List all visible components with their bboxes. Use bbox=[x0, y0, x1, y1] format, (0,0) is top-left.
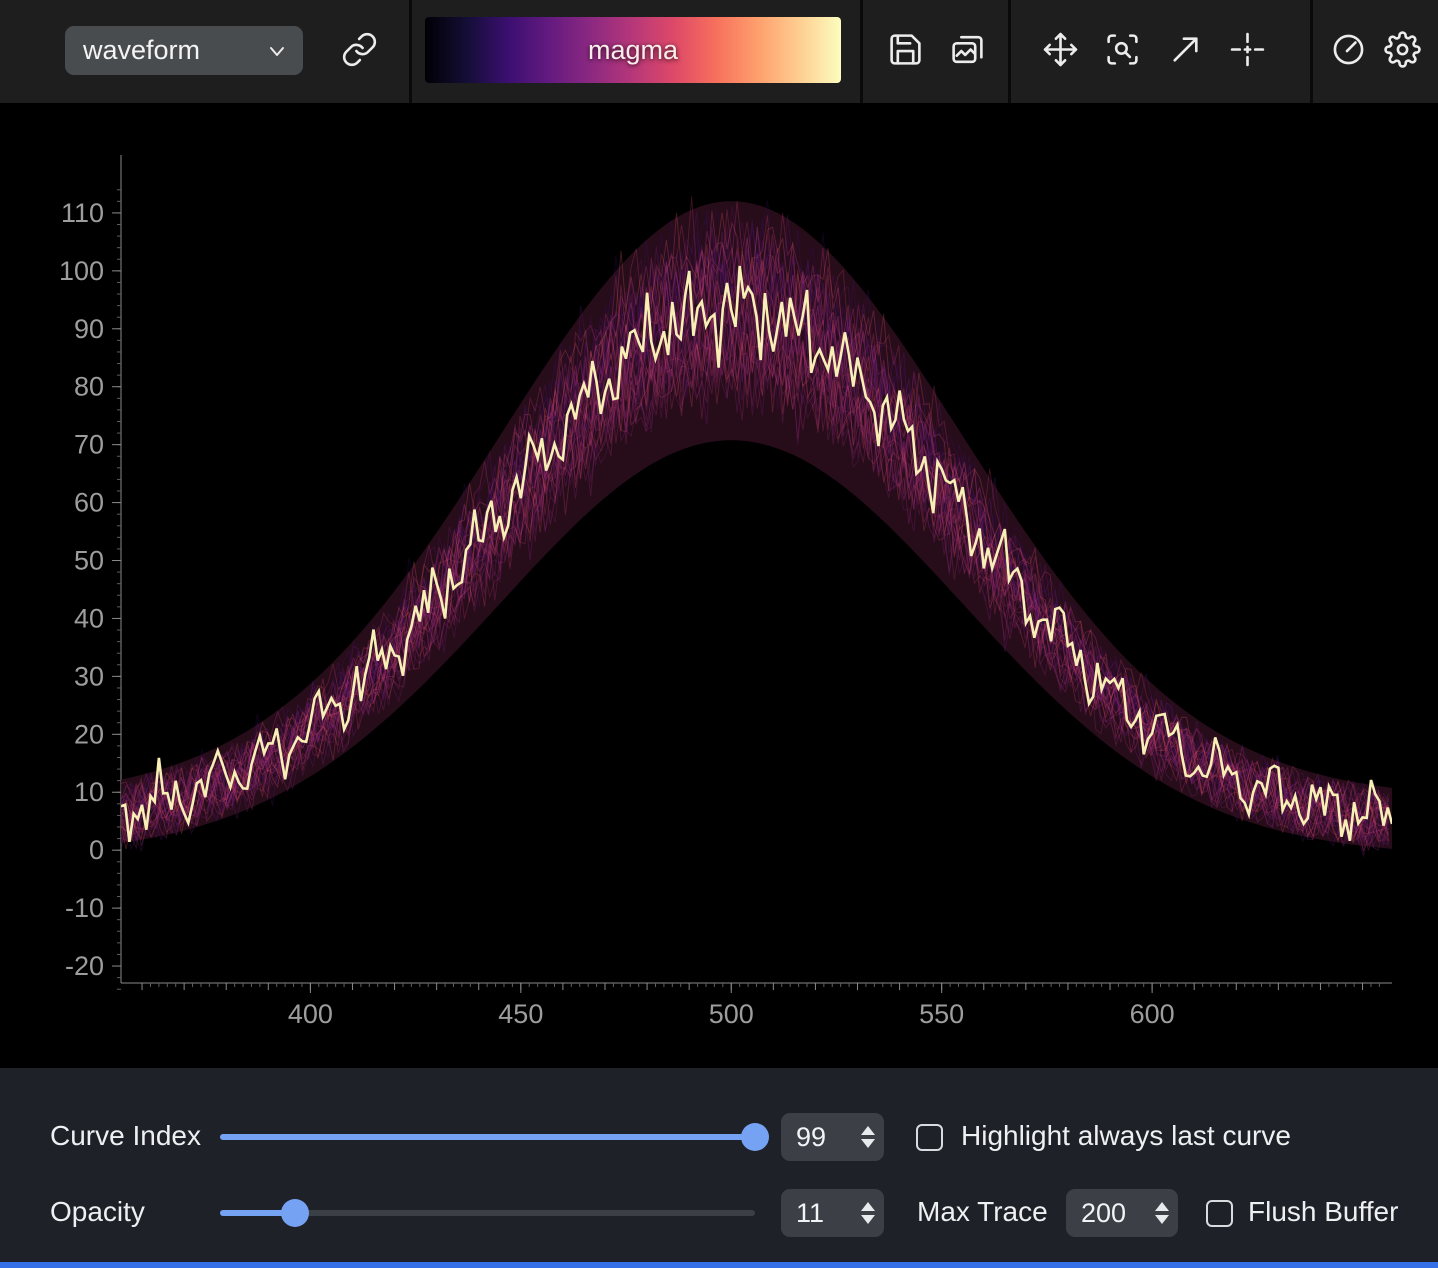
svg-text:450: 450 bbox=[498, 999, 543, 1029]
svg-text:90: 90 bbox=[74, 314, 104, 344]
spin-up-arrow[interactable] bbox=[1155, 1202, 1169, 1211]
svg-text:500: 500 bbox=[709, 999, 754, 1029]
svg-text:-20: -20 bbox=[65, 951, 104, 981]
zoom-region-button[interactable] bbox=[1100, 27, 1144, 71]
slider-handle[interactable] bbox=[281, 1199, 309, 1227]
zoom-region-icon bbox=[1104, 31, 1141, 68]
svg-text:600: 600 bbox=[1130, 999, 1175, 1029]
max-trace-value: 200 bbox=[1081, 1198, 1126, 1229]
opacity-spinbox[interactable]: 11 bbox=[781, 1189, 884, 1237]
save-icon bbox=[887, 31, 924, 68]
settings-button[interactable] bbox=[1380, 27, 1424, 71]
chevron-down-icon bbox=[265, 39, 289, 63]
svg-text:400: 400 bbox=[288, 999, 333, 1029]
curve-index-label: Curve Index bbox=[50, 1120, 201, 1152]
colormap-bar[interactable]: magma bbox=[425, 17, 841, 83]
toolbar-separator bbox=[409, 0, 412, 103]
settings-icon bbox=[1384, 31, 1421, 68]
link-icon bbox=[341, 31, 378, 68]
svg-text:40: 40 bbox=[74, 603, 104, 633]
toolbar-separator bbox=[1008, 0, 1011, 103]
curve-index-value: 99 bbox=[796, 1122, 826, 1153]
opacity-label: Opacity bbox=[50, 1196, 145, 1228]
gauge-icon bbox=[1330, 31, 1367, 68]
export-image-button[interactable] bbox=[945, 27, 989, 71]
svg-text:100: 100 bbox=[59, 256, 104, 286]
pan-icon bbox=[1042, 31, 1079, 68]
bottom-accent-bar bbox=[0, 1262, 1438, 1268]
crosshair-button[interactable] bbox=[1225, 27, 1269, 71]
highlight-checkbox[interactable] bbox=[916, 1124, 943, 1151]
pan-button[interactable] bbox=[1038, 27, 1082, 71]
svg-text:80: 80 bbox=[74, 372, 104, 402]
svg-text:60: 60 bbox=[74, 488, 104, 518]
opacity-slider[interactable] bbox=[220, 1199, 755, 1227]
curve-index-spinbox[interactable]: 99 bbox=[781, 1113, 884, 1161]
svg-text:550: 550 bbox=[919, 999, 964, 1029]
opacity-value: 11 bbox=[796, 1198, 824, 1229]
svg-text:10: 10 bbox=[74, 777, 104, 807]
svg-text:-10: -10 bbox=[65, 893, 104, 923]
spin-down-arrow[interactable] bbox=[861, 1215, 875, 1224]
max-trace-label: Max Trace bbox=[917, 1196, 1048, 1228]
svg-text:20: 20 bbox=[74, 719, 104, 749]
highlight-checkbox-label: Highlight always last curve bbox=[961, 1120, 1291, 1152]
svg-text:50: 50 bbox=[74, 546, 104, 576]
flush-buffer-label: Flush Buffer bbox=[1248, 1196, 1398, 1228]
spin-down-arrow[interactable] bbox=[861, 1139, 875, 1148]
svg-text:110: 110 bbox=[61, 198, 104, 228]
slider-handle[interactable] bbox=[741, 1123, 769, 1151]
gauge-button[interactable] bbox=[1326, 27, 1370, 71]
plot-area[interactable]: -20 -10 0 10 20 30 40 50 60 70 80 90 100 110 400 450 500… bbox=[0, 103, 1438, 1068]
crosshair-icon bbox=[1229, 31, 1266, 68]
waveform-plot: -20 -10 0 10 20 30 40 50 60 70 80 90 100 110 400 450 500… bbox=[0, 103, 1438, 1068]
toolbar-separator bbox=[1310, 0, 1313, 103]
curve-type-value: waveform bbox=[83, 35, 200, 66]
curve-index-slider[interactable] bbox=[220, 1123, 755, 1151]
toolbar-separator bbox=[860, 0, 863, 103]
save-button[interactable] bbox=[883, 27, 927, 71]
spin-up-arrow[interactable] bbox=[861, 1126, 875, 1135]
link-button[interactable] bbox=[337, 27, 381, 71]
curve-type-dropdown[interactable]: waveform bbox=[65, 26, 303, 75]
expand-icon bbox=[1167, 31, 1204, 68]
application-window: waveform magma bbox=[0, 0, 1438, 1268]
control-panel: Curve Index 99 Highlight always last cur… bbox=[0, 1068, 1438, 1262]
toolbar: waveform magma bbox=[0, 0, 1438, 103]
max-trace-spinbox[interactable]: 200 bbox=[1066, 1189, 1178, 1237]
expand-button[interactable] bbox=[1163, 27, 1207, 71]
export-image-icon bbox=[949, 31, 986, 68]
flush-buffer-checkbox[interactable] bbox=[1206, 1200, 1233, 1227]
spin-down-arrow[interactable] bbox=[1155, 1215, 1169, 1224]
svg-text:30: 30 bbox=[74, 661, 104, 691]
svg-text:0: 0 bbox=[89, 835, 104, 865]
slider-fill bbox=[220, 1134, 755, 1140]
colormap-label: magma bbox=[588, 35, 678, 66]
spin-up-arrow[interactable] bbox=[861, 1202, 875, 1211]
svg-text:70: 70 bbox=[74, 430, 104, 460]
